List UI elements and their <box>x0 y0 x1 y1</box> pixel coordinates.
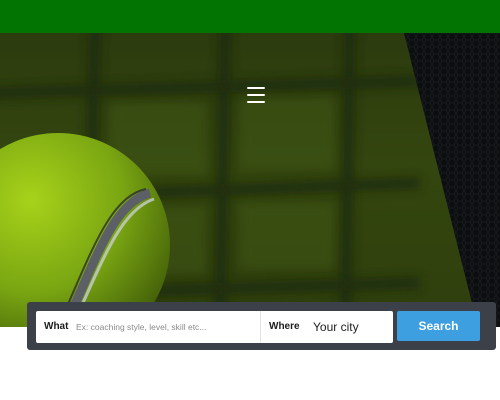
what-field: What <box>36 311 260 343</box>
what-label: What <box>44 321 69 332</box>
tennis-ball-image <box>0 133 170 327</box>
where-input[interactable] <box>313 317 389 337</box>
where-field: Where <box>260 311 393 343</box>
search-button[interactable]: Search <box>397 311 480 341</box>
page: What Where Search <box>0 0 500 400</box>
top-bar <box>0 0 500 33</box>
search-bar: What Where Search <box>27 302 496 350</box>
what-input[interactable] <box>76 317 254 337</box>
where-label: Where <box>269 321 300 332</box>
